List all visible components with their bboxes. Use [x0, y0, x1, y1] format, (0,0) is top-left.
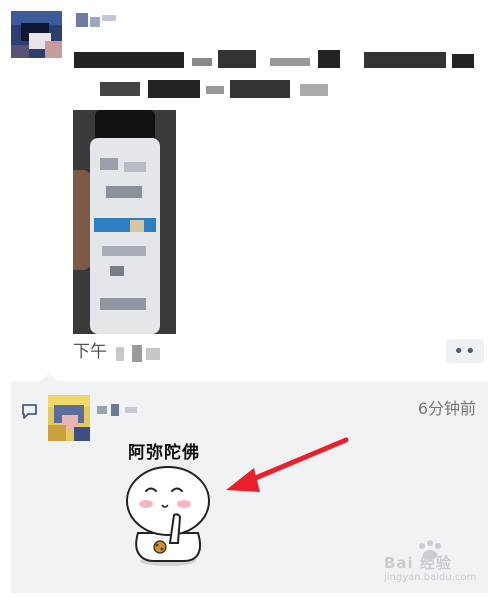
poster-name[interactable] — [76, 11, 120, 31]
post-timestamp-blurred — [116, 345, 164, 362]
photo-hand — [73, 170, 91, 270]
post-text-line-1 — [74, 46, 474, 72]
watermark-brand: Bai 经验 — [384, 554, 452, 572]
poster-avatar[interactable] — [11, 11, 62, 58]
watermark-domain: jingyan.baidu.com — [384, 572, 477, 583]
praying-sticker — [126, 466, 210, 566]
commenter-name[interactable] — [97, 402, 142, 418]
commenter-avatar[interactable] — [48, 395, 90, 441]
red-arrow — [226, 437, 349, 492]
baidu-watermark: Bai 经验 jingyan.baidu.com — [384, 540, 494, 590]
comment-bubble-icon — [22, 404, 37, 419]
comment-time: 6分钟前 — [417, 399, 476, 418]
photo-bottle — [90, 138, 160, 334]
ellipsis-icon: •• — [453, 340, 477, 362]
post-photo[interactable] — [73, 110, 176, 334]
post-timestamp: 下午 — [73, 342, 107, 362]
more-options-button[interactable]: •• — [446, 339, 484, 363]
comment-section-notch — [41, 373, 57, 381]
post-text-line-2 — [100, 76, 340, 102]
